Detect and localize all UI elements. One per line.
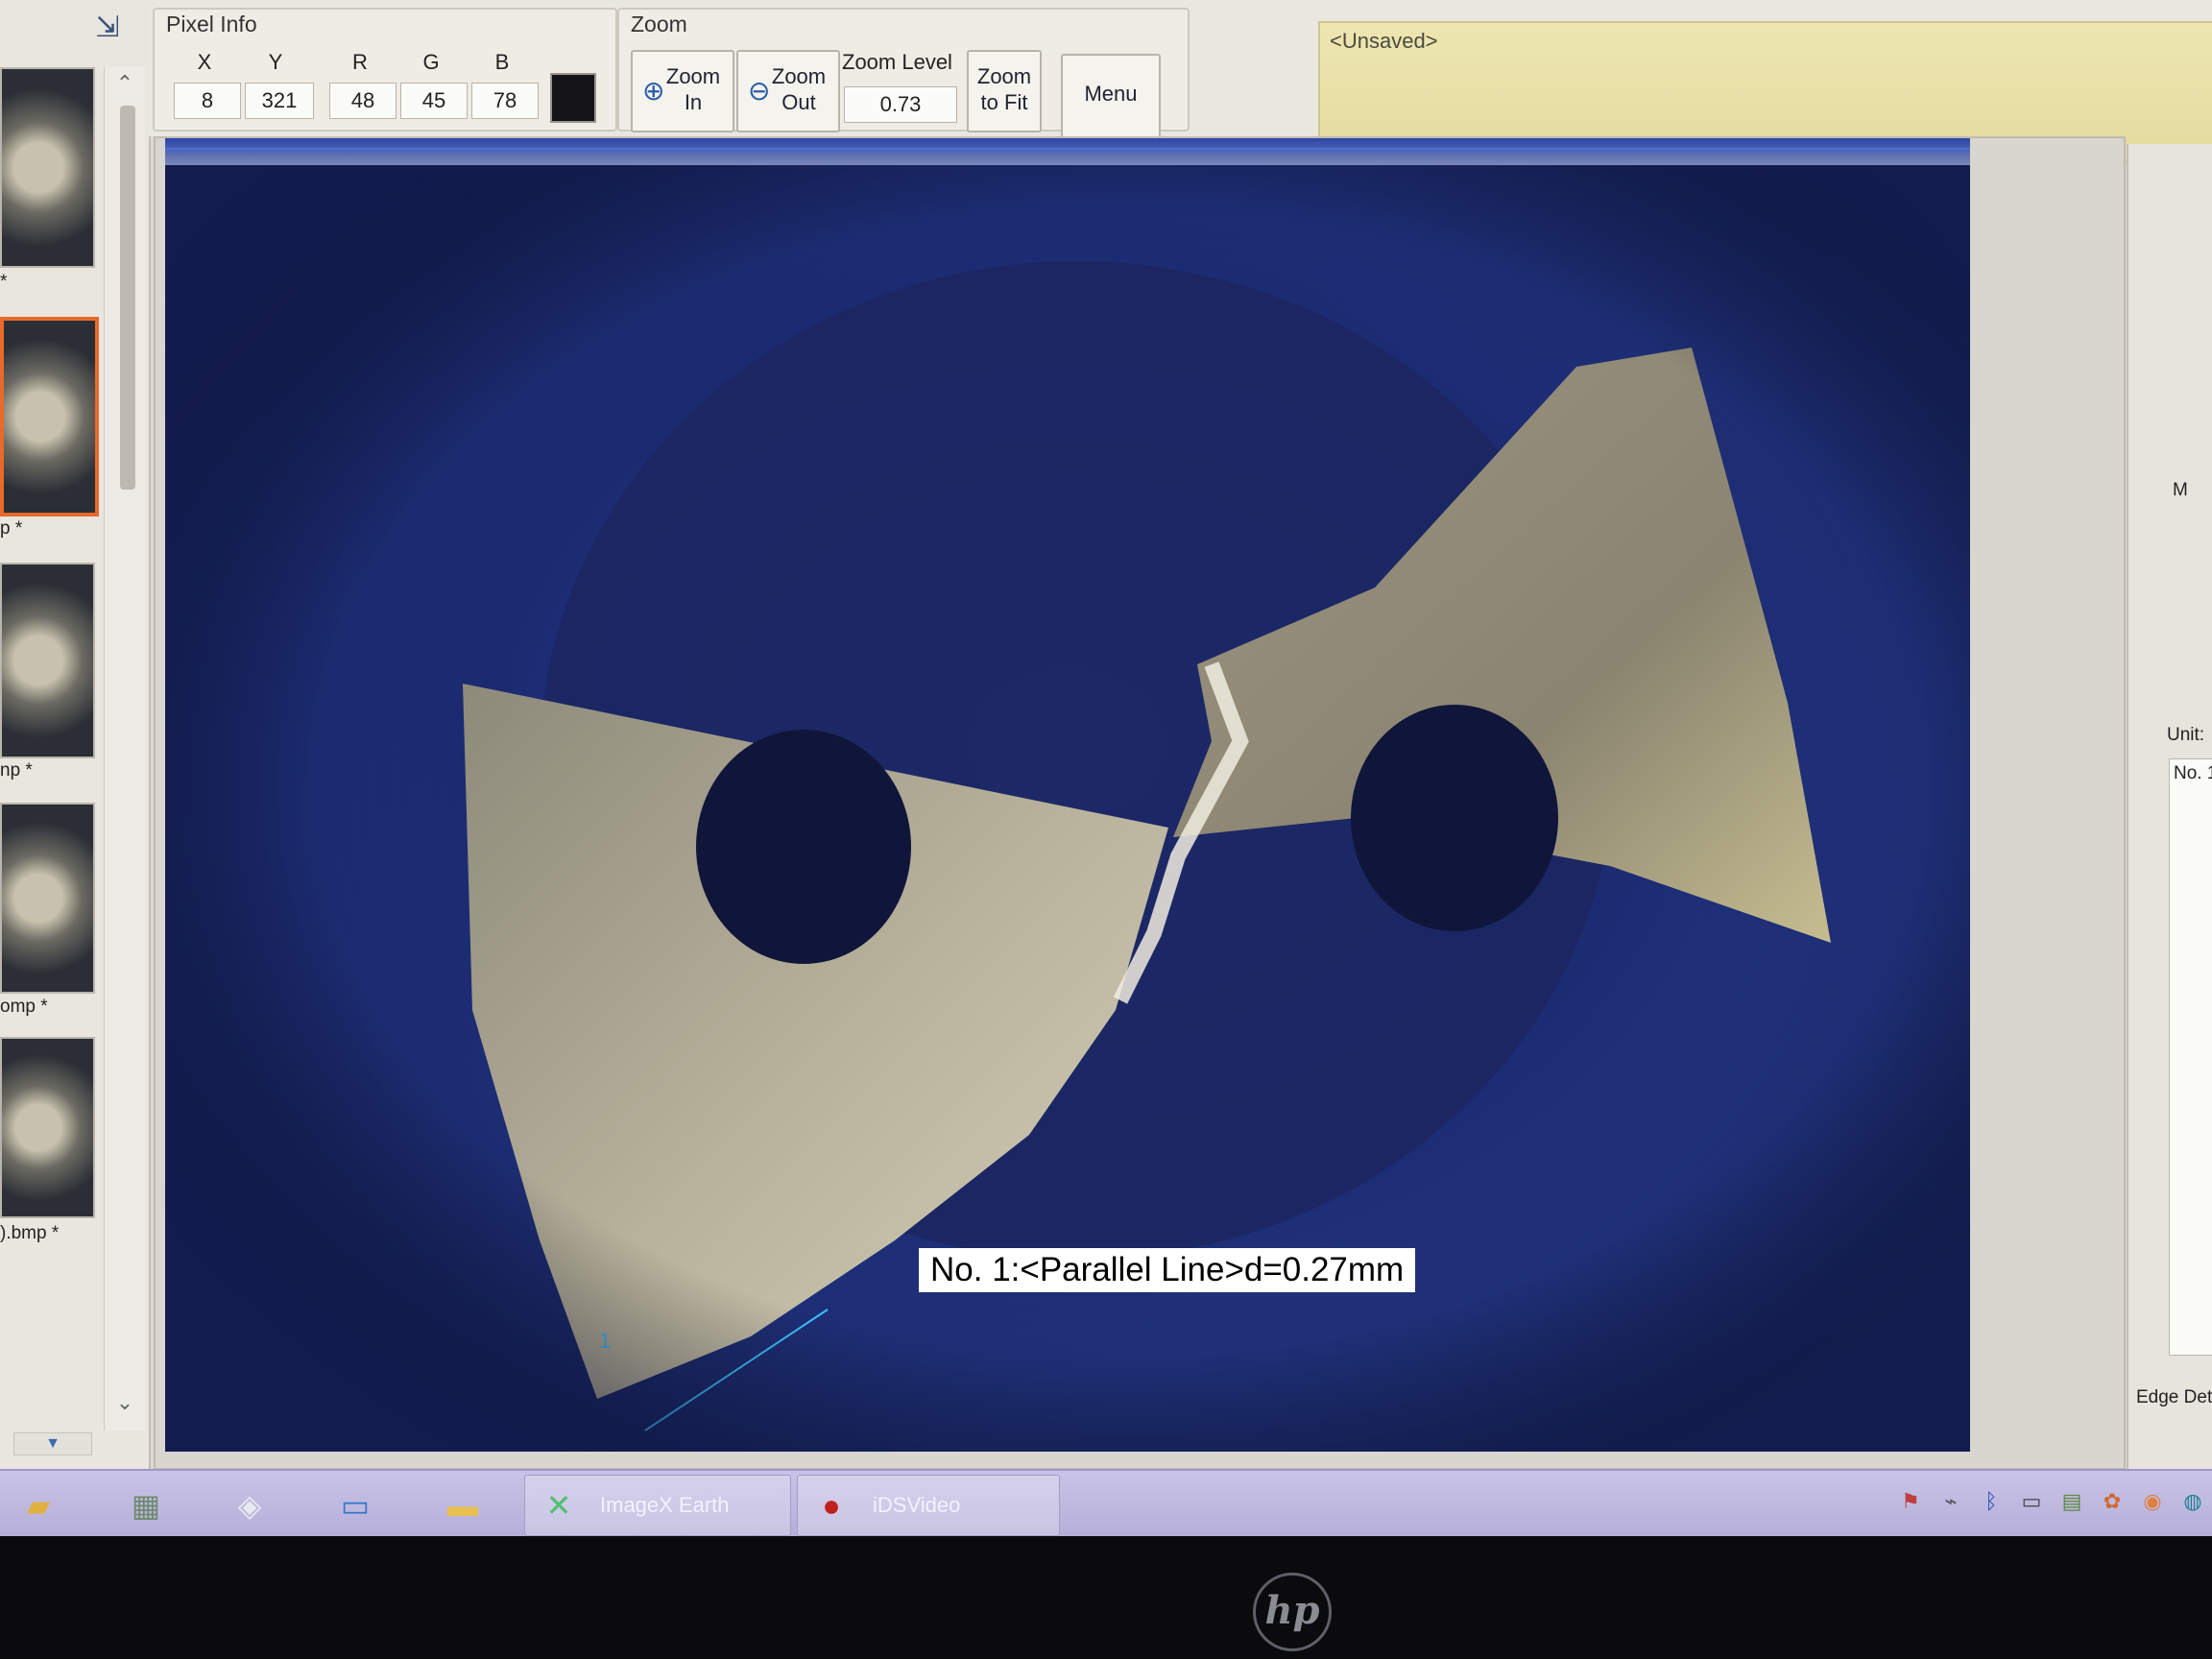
thumbnail-scrollbar[interactable]: ⌃ ⌄ xyxy=(104,67,145,1431)
usb-icon[interactable]: ⌁ xyxy=(1937,1488,1964,1515)
pixel-color-swatch xyxy=(550,73,596,123)
header-r: R xyxy=(352,50,368,74)
header-x: X xyxy=(197,50,212,74)
bluetooth-icon[interactable]: ᛒ xyxy=(1978,1488,2005,1515)
flag-icon[interactable]: ⚑ xyxy=(1897,1488,1924,1515)
taskbar-app-imagex-earth[interactable]: ✕ ImageX Earth xyxy=(524,1475,791,1536)
zoom-out-line2: Out xyxy=(781,90,816,114)
firefox-tray-icon[interactable]: ◉ xyxy=(2139,1488,2166,1515)
thumbnail-1[interactable] xyxy=(0,67,95,268)
zoom-group: Zoom ⊕ Zoom In ⊖ Zoom Out Zoom Level 0.73 … xyxy=(617,8,1190,138)
calculator-icon[interactable]: ▦ xyxy=(121,1484,171,1527)
zoom-level-value: 0.73 xyxy=(844,86,957,123)
imagex-earth-icon: ✕ xyxy=(545,1488,572,1523)
measurement-list-item[interactable]: No. 1 xyxy=(2174,763,2212,784)
folder-icon[interactable]: ▬ xyxy=(438,1484,488,1527)
zoom-out-line1: Zoom xyxy=(771,64,827,88)
header-b: B xyxy=(494,50,510,74)
thumbnail-1-label: * xyxy=(0,272,8,292)
zoom-to-fit-button[interactable]: Zoom to Fit xyxy=(967,50,1042,132)
computer-icon[interactable]: ▭ xyxy=(330,1484,380,1527)
thumbnail-3-label: np * xyxy=(0,760,33,781)
zoom-to-fit-line2: to Fit xyxy=(980,90,1028,114)
pixel-info-title: Pixel Info xyxy=(166,12,257,36)
network-icon[interactable]: ▤ xyxy=(2058,1488,2085,1515)
value-y: 321 xyxy=(245,83,314,119)
thumbnail-4-label: omp * xyxy=(0,997,48,1017)
export-icon[interactable]: ⇲ xyxy=(91,13,124,42)
menu-button-label: Menu xyxy=(1084,82,1138,106)
toolbar: Pixel Info X Y R G B 8 321 48 45 78 Zoom… xyxy=(149,0,2212,163)
thumbnail-5[interactable] xyxy=(0,1037,95,1218)
zoom-in-button[interactable]: ⊕ Zoom In xyxy=(631,50,734,132)
right-side-panel: M Unit: No. 1 Edge Dete xyxy=(2127,144,2212,1469)
zoom-title: Zoom xyxy=(631,12,687,36)
display-icon[interactable]: ▭ xyxy=(2018,1488,2045,1515)
taskbar-app-label: iDSVideo xyxy=(873,1493,961,1517)
edge-detect-label[interactable]: Edge Dete xyxy=(2136,1387,2212,1408)
zoom-in-line1: Zoom xyxy=(665,64,721,88)
zoom-in-line2: In xyxy=(684,90,703,114)
value-b: 78 xyxy=(471,83,539,119)
explorer-pinned-icon[interactable]: ▰ xyxy=(13,1484,63,1527)
thumbnail-4[interactable] xyxy=(0,803,95,994)
header-y: Y xyxy=(268,50,283,74)
strip-expand-icon[interactable]: ▼ xyxy=(13,1432,92,1455)
thumbnail-3[interactable] xyxy=(0,563,95,758)
value-x: 8 xyxy=(174,83,241,119)
scrollbar-thumb[interactable] xyxy=(120,106,135,490)
scroll-up-icon[interactable]: ⌃ xyxy=(114,73,135,94)
zoom-out-button[interactable]: ⊖ Zoom Out xyxy=(736,50,840,132)
zoom-to-fit-line1: Zoom xyxy=(976,64,1032,88)
taskbar: ▰ ▦ ◈ ▭ ▬ ✕ ImageX Earth ● iDSVideo ⚑ ⌁ … xyxy=(0,1469,2212,1536)
system-tray: ⚑ ⌁ ᛒ ▭ ▤ ✿ ◉ ◍ xyxy=(1897,1488,2206,1521)
app-pinned-icon[interactable]: ◈ xyxy=(225,1484,275,1527)
scroll-down-icon[interactable]: ⌄ xyxy=(114,1392,135,1413)
measurement-list[interactable]: No. 1 xyxy=(2169,758,2212,1356)
value-r: 48 xyxy=(329,83,397,119)
taskbar-app-idsvideo[interactable]: ● iDSVideo xyxy=(797,1475,1060,1536)
measurement-label[interactable]: No. 1:<Parallel Line>d=0.27mm xyxy=(919,1248,1416,1292)
thumbnail-2-selected[interactable] xyxy=(0,317,99,517)
menu-button[interactable]: Menu xyxy=(1061,54,1161,138)
image-canvas[interactable]: 0 100 200 300 900 1000 1100 1200 xyxy=(154,136,2126,1470)
header-g: G xyxy=(422,50,440,74)
hp-logo: hp xyxy=(1253,1573,1332,1651)
unsaved-label: <Unsaved> xyxy=(1330,29,1438,53)
thumbnail-5-label: ).bmp * xyxy=(0,1223,60,1243)
update-tray-icon[interactable]: ◍ xyxy=(2179,1488,2206,1515)
desktop-screen: ⇲ ⌃ ⌄ * p * np * omp * ).bmp * ▼ Pixel I… xyxy=(0,0,2212,1536)
ruler-line xyxy=(165,148,1970,150)
pixel-info-group: Pixel Info X Y R G B 8 321 48 45 78 xyxy=(153,8,617,132)
app-tray-icon[interactable]: ✿ xyxy=(2099,1488,2126,1515)
thumbnail-strip: ⇲ ⌃ ⌄ * p * np * omp * ).bmp * ▼ xyxy=(0,0,151,1469)
taskbar-app-label: ImageX Earth xyxy=(600,1493,730,1517)
value-g: 45 xyxy=(400,83,468,119)
thumbnail-2-label: p * xyxy=(0,518,23,539)
camera-icon: ● xyxy=(822,1488,841,1523)
unit-label: Unit: xyxy=(2167,725,2205,745)
m-label: M xyxy=(2173,480,2188,500)
zoom-level-label: Zoom Level xyxy=(842,50,952,74)
